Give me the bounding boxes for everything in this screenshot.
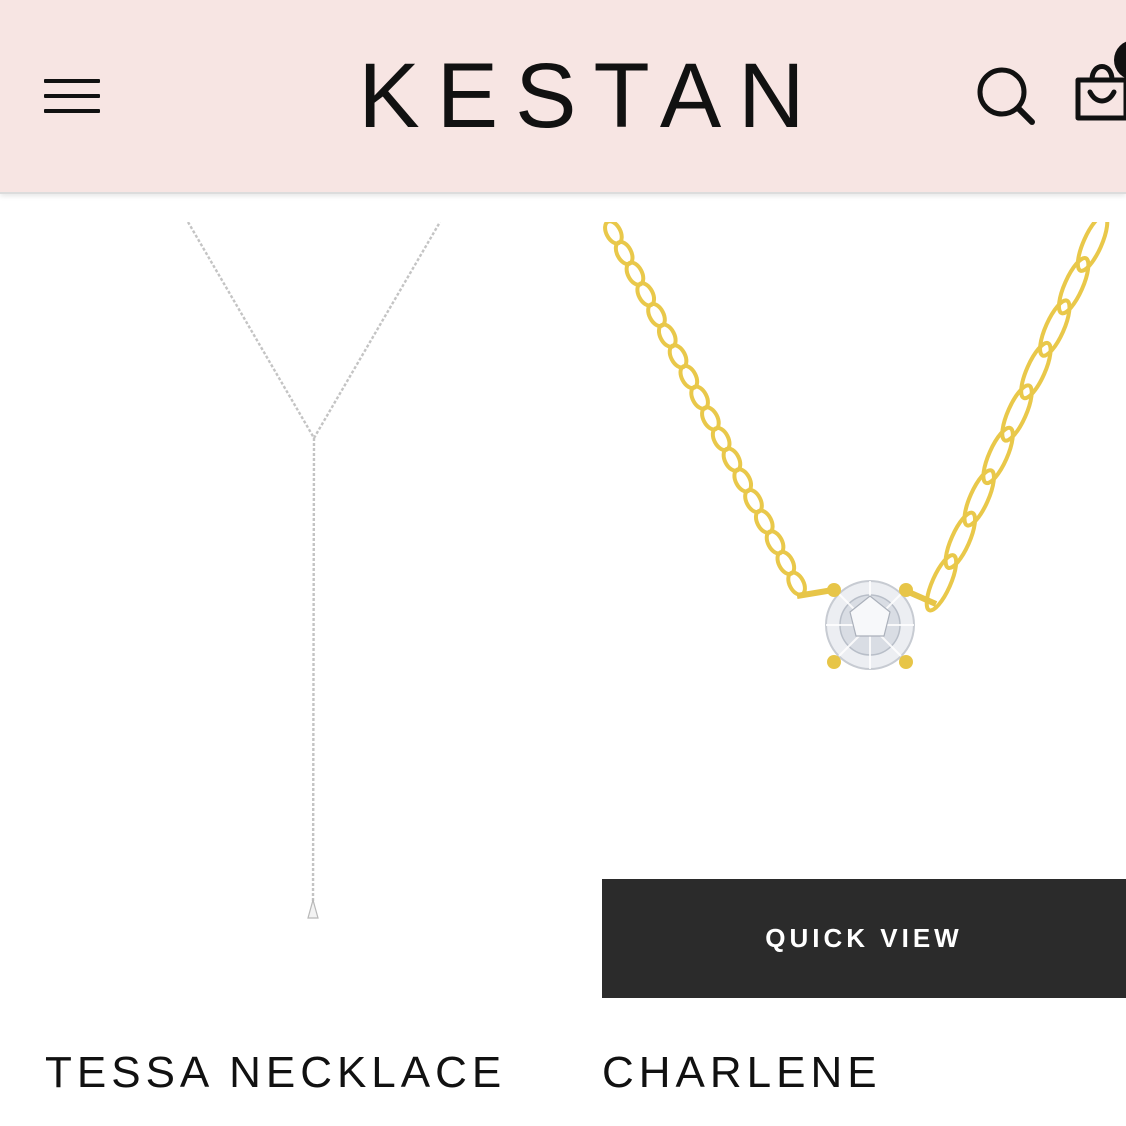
chain-link [1000, 383, 1034, 443]
chain-link [924, 553, 959, 613]
chain-link [943, 510, 978, 570]
product-title[interactable]: CHARLENE [602, 1048, 1126, 1098]
site-header: KESTAN [0, 0, 1126, 194]
chain-link [1075, 213, 1110, 273]
chain-link [1019, 340, 1053, 401]
hamburger-menu-icon [44, 79, 100, 113]
chain-link [1056, 256, 1091, 316]
product-title[interactable]: TESSA NECKLACE [45, 1048, 645, 1098]
chain-link [981, 425, 1015, 486]
product-card[interactable]: QUICK VIEW CHARLENE [602, 213, 1126, 1126]
brand-logo[interactable]: KESTAN [330, 46, 850, 146]
product-card[interactable]: TESSA NECKLACE [45, 221, 569, 1126]
search-button[interactable] [972, 62, 1040, 130]
product-image[interactable] [45, 221, 569, 998]
silver-lariat-necklace-image [186, 221, 442, 919]
search-icon [977, 67, 1035, 125]
chain-link [1038, 298, 1072, 358]
quick-view-button[interactable]: QUICK VIEW [602, 879, 1126, 998]
menu-button[interactable] [42, 74, 102, 118]
chain-link [962, 468, 996, 528]
